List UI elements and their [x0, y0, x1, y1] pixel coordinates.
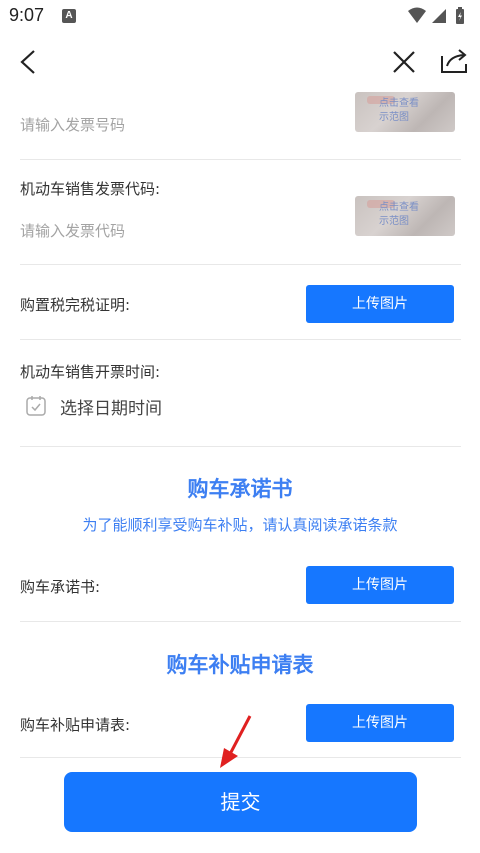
- invoice-code-input[interactable]: 请输入发票代码: [20, 220, 125, 241]
- date-picker-placeholder: 选择日期时间: [60, 399, 162, 419]
- sample-link-text-2: 示范图: [379, 112, 409, 123]
- invoice-time-label: 机动车销售开票时间:: [20, 363, 161, 381]
- status-time: 9:07: [9, 5, 45, 25]
- invoice-time-row: 机动车销售开票时间: 选择日期时间: [20, 340, 461, 447]
- status-bar: 9:07 A: [0, 0, 480, 32]
- tax-certificate-label: 购置税完税证明:: [20, 296, 131, 314]
- commitment-upload-button[interactable]: 上传图片: [306, 566, 454, 604]
- invoice-number-row: 请输入发票号码 点击查看 示范图: [20, 90, 461, 160]
- status-icons: [406, 6, 468, 26]
- submit-button[interactable]: 提交: [64, 772, 417, 832]
- sample-link-text-2: 示范图: [379, 216, 409, 227]
- back-icon[interactable]: [12, 46, 44, 78]
- application-upload-button[interactable]: 上传图片: [306, 704, 454, 742]
- tax-certificate-upload-button[interactable]: 上传图片: [306, 285, 454, 323]
- commitment-label: 购车承诺书:: [20, 578, 101, 596]
- share-icon[interactable]: [438, 44, 472, 78]
- commitment-row: 购车承诺书: 上传图片: [20, 550, 461, 622]
- battery-icon: [456, 7, 464, 24]
- invoice-code-sample-image[interactable]: 点击查看 示范图: [355, 196, 455, 236]
- nav-bar: [0, 32, 480, 90]
- commitment-title: 购车承诺书: [187, 477, 293, 501]
- application-title: 购车补贴申请表: [166, 653, 314, 677]
- calendar-icon: [24, 394, 48, 418]
- invoice-number-sample-image[interactable]: 点击查看 示范图: [355, 92, 455, 132]
- app-notification-icon: A: [62, 9, 76, 23]
- application-label: 购车补贴申请表:: [20, 716, 131, 734]
- wifi-icon: [408, 7, 426, 23]
- invoice-code-row: 机动车销售发票代码: 请输入发票代码 点击查看 示范图: [20, 160, 461, 265]
- tax-certificate-row: 购置税完税证明: 上传图片: [20, 265, 461, 340]
- invoice-code-label: 机动车销售发票代码:: [20, 180, 161, 198]
- annotation-arrow-icon: [212, 712, 262, 772]
- invoice-number-input[interactable]: 请输入发票号码: [20, 114, 125, 135]
- close-icon[interactable]: [388, 46, 420, 78]
- commitment-subtitle[interactable]: 为了能顺利享受购车补贴，请认真阅读承诺条款: [0, 514, 480, 535]
- sample-link-text: 点击查看: [379, 98, 419, 109]
- signal-icon: [432, 9, 446, 23]
- sample-link-text: 点击查看: [379, 202, 419, 213]
